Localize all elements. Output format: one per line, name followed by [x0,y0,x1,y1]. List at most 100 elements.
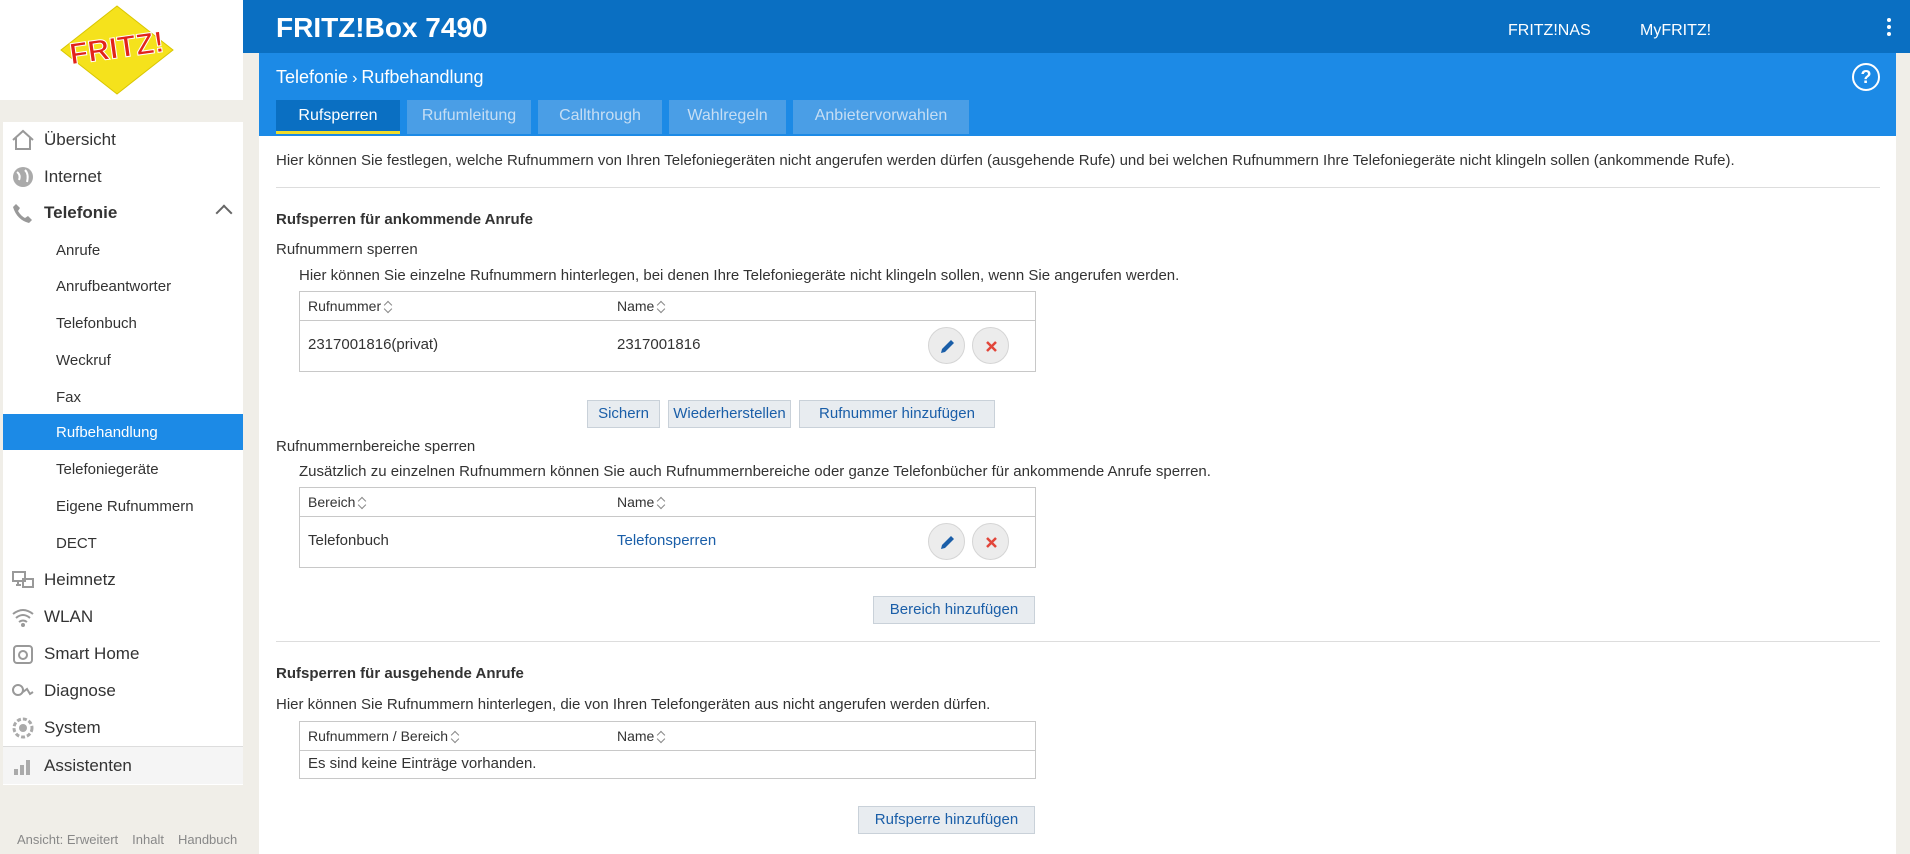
column-header-rufnummer[interactable]: Rufnummer [308,298,393,314]
myfritz-link[interactable]: MyFRITZ! [1640,22,1711,40]
box-title: FRITZ!Box 7490 [276,12,488,43]
sidebar-item-wlan[interactable]: WLAN [3,599,243,635]
tab-rufsperren[interactable]: Rufsperren [276,100,400,134]
incoming-section-title: Rufsperren für ankommende Anrufe [276,211,533,228]
sidebar-item-assistenten[interactable]: Assistenten [3,746,243,784]
sidebar-item-system[interactable]: System [3,710,243,746]
sort-icon[interactable] [384,300,393,314]
network-icon [12,571,34,588]
chevron-up-icon[interactable] [215,204,233,222]
divider [276,187,1880,188]
wizard-icon [14,760,30,775]
top-bar: FRITZ!Box 7490 FRITZ!NAS MyFRITZ! [0,0,1910,53]
sidebar-subitem-label: Anrufe [56,242,101,259]
cell-range: Telefonbuch [308,532,389,549]
sidebar-subitem-eigene-rufnummern[interactable]: Eigene Rufnummern [3,488,243,524]
sidebar-footer: Ansicht: Erweitert Inhalt Handbuch [17,832,251,847]
tab-callthrough[interactable]: Callthrough [538,100,662,134]
column-header-name[interactable]: Name [617,298,666,314]
tab-rufumleitung[interactable]: Rufumleitung [407,100,531,134]
content-link[interactable]: Inhalt [132,832,164,847]
smart-home-icon [13,645,33,664]
restore-button[interactable]: Wiederherstellen [668,400,791,428]
sidebar-subitem-dect[interactable]: DECT [3,525,243,561]
sidebar-subitem-label: Weckruf [56,352,111,369]
breadcrumb: Telefonie › Rufbehandlung [276,67,484,88]
sidebar-item-heimnetz[interactable]: Heimnetz [3,562,243,598]
breadcrumb-parent[interactable]: Telefonie [276,67,348,87]
sidebar-subitem-label: Anrufbeantworter [56,278,172,295]
sidebar-subitem-anrufe[interactable]: Anrufe [3,232,243,268]
table-header: Rufnummern / Bereich Name [300,722,1035,751]
empty-message: Es sind keine Einträge vorhanden. [308,755,537,772]
fritz-logo-icon[interactable]: FRITZ! [55,4,179,96]
sidebar-subitem-label: Fax [56,389,82,406]
sidebar-item-label: Telefonie [44,203,118,222]
sidebar-item-uebersicht[interactable]: Übersicht [3,122,243,158]
blocked-numbers-table: Rufnummer Name 2317001816(privat) 231700… [299,291,1036,372]
edit-button[interactable] [928,523,965,560]
sidebar-item-telefonie[interactable]: Telefonie [3,195,243,231]
system-icon [12,717,34,739]
sidebar-subitem-fax[interactable]: Fax [3,379,243,415]
table-row: Telefonbuch Telefonsperren [300,517,1035,567]
outgoing-section-title: Rufsperren für ausgehende Anrufe [276,665,524,682]
sort-icon[interactable] [657,496,666,510]
sidebar-item-internet[interactable]: Internet [3,159,243,195]
sub-header: Telefonie › Rufbehandlung ? Rufsperren Ruf… [259,53,1896,136]
table-header: Bereich Name [300,488,1035,517]
column-header-name[interactable]: Name [617,494,666,510]
sidebar-item-label: System [44,718,101,737]
sidebar-subitem-anrufbeantworter[interactable]: Anrufbeantworter [3,268,243,304]
table-header: Rufnummer Name [300,292,1035,321]
table-row-empty: Es sind keine Einträge vorhanden. [300,751,1035,778]
sort-icon[interactable] [657,300,666,314]
more-menu-icon[interactable] [1886,18,1892,40]
sidebar-subitem-label: Telefonbuch [56,315,137,332]
close-icon [986,537,997,548]
sidebar-item-smart-home[interactable]: Smart Home [3,636,243,672]
tab-anbietervorwahlen[interactable]: Anbietervorwahlen [793,100,969,134]
phone-icon [13,204,32,223]
save-button[interactable]: Sichern [587,400,660,428]
sidebar-item-label: Smart Home [44,644,140,663]
add-range-button[interactable]: Bereich hinzufügen [873,596,1035,624]
edit-button[interactable] [928,327,965,364]
sidebar-item-label: Internet [44,167,102,186]
sidebar-subitem-weckruf[interactable]: Weckruf [3,342,243,378]
cell-number: 2317001816(privat) [308,336,439,353]
sort-icon[interactable] [358,496,367,510]
outgoing-blocks-table: Rufnummern / Bereich Name Es sind keine … [299,721,1036,779]
sidebar-subitem-label: DECT [56,535,97,552]
breadcrumb-current: Rufbehandlung [361,67,484,87]
tab-wahlregeln[interactable]: Wahlregeln [669,100,786,134]
divider [276,641,1880,642]
sort-icon[interactable] [451,730,460,744]
column-header-rufnummern-bereich[interactable]: Rufnummern / Bereich [308,728,460,744]
phonebook-link[interactable]: Telefonsperren [617,532,716,549]
sidebar: Übersicht Internet Telefonie Anrufe Anru… [3,122,243,785]
delete-button[interactable] [972,523,1009,560]
sidebar-subitem-label: Telefoniegeräte [56,461,159,478]
add-number-button[interactable]: Rufnummer hinzufügen [799,400,995,428]
sidebar-subitem-rufbehandlung[interactable]: Rufbehandlung [3,414,243,450]
logo-area: FRITZ! [0,0,243,100]
column-header-bereich[interactable]: Bereich [308,494,367,510]
fritz-nas-link[interactable]: FRITZ!NAS [1508,22,1591,40]
sort-icon[interactable] [657,730,666,744]
delete-button[interactable] [972,327,1009,364]
sidebar-item-diagnose[interactable]: Diagnose [3,673,243,709]
column-header-name[interactable]: Name [617,728,666,744]
sidebar-item-label: Diagnose [44,681,116,700]
help-icon[interactable]: ? [1852,63,1880,91]
sidebar-subitem-telefoniegeraete[interactable]: Telefoniegeräte [3,451,243,487]
manual-link[interactable]: Handbuch [178,832,237,847]
sidebar-item-label: Assistenten [44,756,132,775]
main-content: Hier können Sie festlegen, welche Rufnum… [259,136,1896,854]
view-mode-link[interactable]: Ansicht: Erweitert [17,832,118,847]
sidebar-subitem-telefonbuch[interactable]: Telefonbuch [3,305,243,341]
table-row: 2317001816(privat) 2317001816 [300,321,1035,371]
sidebar-item-label: Übersicht [44,130,116,149]
sidebar-item-label: WLAN [44,607,94,626]
add-outgoing-block-button[interactable]: Rufsperre hinzufügen [858,806,1035,834]
